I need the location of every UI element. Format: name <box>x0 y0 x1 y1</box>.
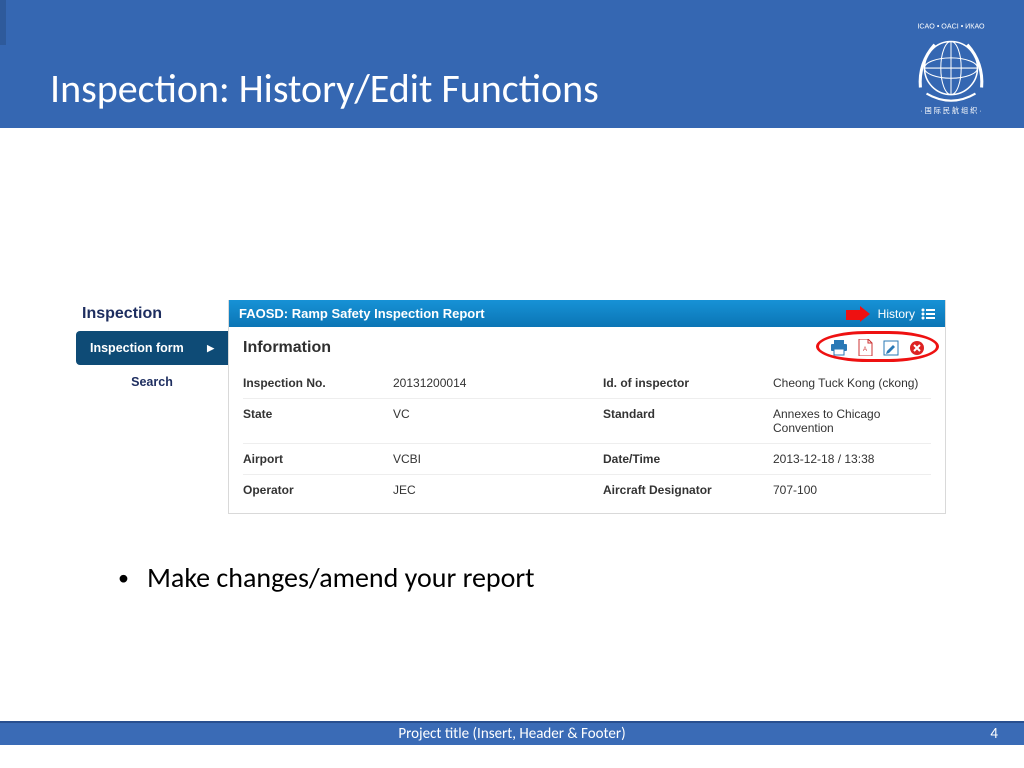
svg-text:ICAO • OACI • ИКАО: ICAO • OACI • ИКАО <box>917 22 985 30</box>
print-icon[interactable] <box>830 340 848 356</box>
label-standard: Standard <box>603 407 773 435</box>
report-title: FAOSD: Ramp Safety Inspection Report <box>239 306 485 321</box>
label-airport: Airport <box>243 452 393 466</box>
value-operator: JEC <box>393 483 603 497</box>
page-number: 4 <box>990 725 998 743</box>
table-row: Operator JEC Aircraft Designator 707-100 <box>243 475 931 505</box>
list-icon[interactable] <box>921 308 935 320</box>
chevron-right-icon: ▶ <box>207 343 214 354</box>
svg-text:A: A <box>863 347 867 353</box>
report-panel: FAOSD: Ramp Safety Inspection Report His… <box>228 300 946 514</box>
sidebar: Inspection Inspection form ▶ Search <box>76 300 228 514</box>
delete-icon[interactable] <box>909 340 925 356</box>
edit-icon[interactable] <box>883 340 899 356</box>
section-title: Information <box>243 339 331 357</box>
sidebar-item-label: Inspection form <box>90 341 184 355</box>
value-standard: Annexes to Chicago Convention <box>773 407 931 435</box>
value-datetime: 2013-12-18 / 13:38 <box>773 452 931 466</box>
arrow-callout <box>846 307 872 321</box>
value-inspector: Cheong Tuck Kong (ckong) <box>773 376 931 390</box>
label-inspector: Id. of inspector <box>603 376 773 390</box>
value-state: VC <box>393 407 603 435</box>
bullet-dot: • <box>118 567 129 589</box>
report-title-bar: FAOSD: Ramp Safety Inspection Report His… <box>229 300 945 327</box>
info-grid: Inspection No. 20131200014 Id. of inspec… <box>229 364 945 513</box>
label-designator: Aircraft Designator <box>603 483 773 497</box>
action-icons: A <box>824 337 931 358</box>
icao-logo: ICAO • OACI • ИКАО · 国 际 民 航 组 织 · <box>900 14 1002 116</box>
bullet-item: • Make changes/amend your report <box>118 560 535 595</box>
label-datetime: Date/Time <box>603 452 773 466</box>
label-state: State <box>243 407 393 435</box>
label-operator: Operator <box>243 483 393 497</box>
slide-title: Inspection: History/Edit Functions <box>50 64 599 113</box>
value-designator: 707-100 <box>773 483 931 497</box>
footer-title: Project title (Insert, Header & Footer) <box>398 725 625 743</box>
sidebar-heading: Inspection <box>76 300 228 331</box>
accent-stripe <box>0 0 6 45</box>
table-row: Inspection No. 20131200014 Id. of inspec… <box>243 368 931 399</box>
label-inspection-no: Inspection No. <box>243 376 393 390</box>
sidebar-item-inspection-form[interactable]: Inspection form ▶ <box>76 331 228 365</box>
report-screenshot: Inspection Inspection form ▶ Search FAOS… <box>76 300 946 514</box>
table-row: Airport VCBI Date/Time 2013-12-18 / 13:3… <box>243 444 931 475</box>
history-link[interactable]: History <box>878 307 915 321</box>
pdf-icon[interactable]: A <box>858 339 873 356</box>
slide: Inspection: History/Edit Functions ICAO … <box>0 0 1024 768</box>
title-bar: Inspection: History/Edit Functions ICAO … <box>0 0 1024 128</box>
bullet-text: Make changes/amend your report <box>147 560 535 595</box>
footer-bar: Project title (Insert, Header & Footer) … <box>0 721 1024 745</box>
table-row: State VC Standard Annexes to Chicago Con… <box>243 399 931 444</box>
sidebar-item-search[interactable]: Search <box>76 365 228 399</box>
value-inspection-no: 20131200014 <box>393 376 603 390</box>
value-airport: VCBI <box>393 452 603 466</box>
svg-text:· 国 际 民 航 组 织 ·: · 国 际 民 航 组 织 · <box>920 106 981 115</box>
